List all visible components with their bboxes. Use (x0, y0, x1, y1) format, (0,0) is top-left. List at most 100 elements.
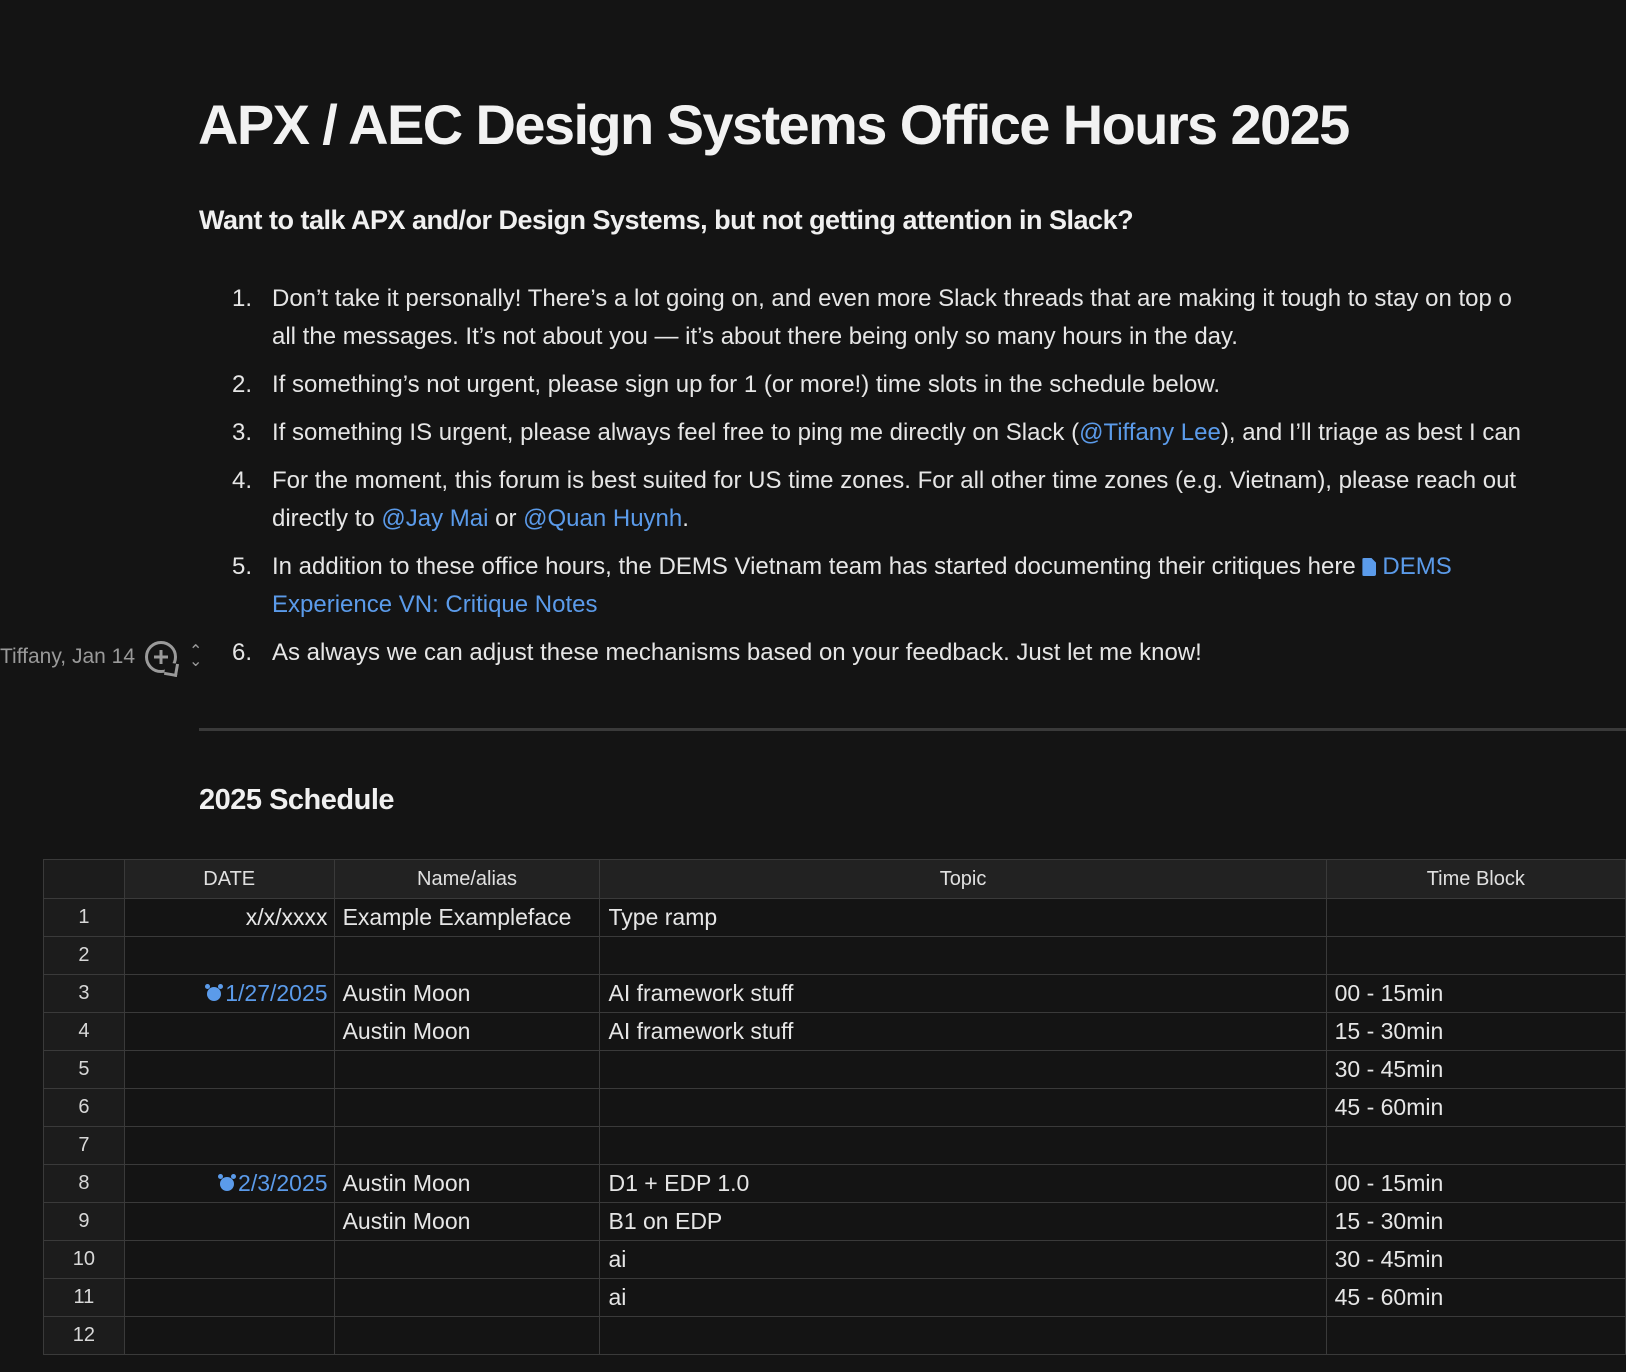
topic-cell[interactable]: ai (599, 1240, 1327, 1279)
row-number[interactable]: 9 (43, 1202, 125, 1241)
column-header-name[interactable]: Name/alias (333, 859, 601, 899)
list-item: 2. If something’s not urgent, please sig… (220, 366, 1626, 404)
column-header-topic[interactable]: Topic (599, 859, 1327, 899)
date-cell[interactable] (123, 1202, 335, 1241)
topic-cell[interactable] (599, 1050, 1327, 1089)
row-number[interactable]: 4 (43, 1012, 125, 1051)
date-cell[interactable] (123, 1088, 335, 1127)
topic-cell[interactable]: ai (599, 1278, 1327, 1317)
row-number[interactable]: 1 (43, 898, 125, 937)
row-number[interactable]: 10 (43, 1240, 125, 1279)
date-cell[interactable] (123, 1050, 335, 1089)
mention-jay-mai[interactable]: @Jay Mai (381, 505, 488, 532)
row-number[interactable]: 2 (43, 936, 125, 975)
list-text: If something’s not urgent, please sign u… (272, 371, 1221, 398)
reorder-icon[interactable]: ⌃ ⌄ (189, 644, 202, 670)
mention-quan-huynh[interactable]: @Quan Huynh (523, 505, 682, 532)
table-row: 12 (43, 1316, 1626, 1355)
guidelines-list: 1. Don’t take it personally! There’s a l… (220, 280, 1626, 682)
topic-cell[interactable] (599, 1126, 1327, 1165)
date-cell[interactable] (123, 1278, 335, 1317)
name-cell[interactable] (333, 1126, 601, 1165)
name-cell[interactable]: Austin Moon (333, 1164, 601, 1203)
date-cell[interactable]: x/x/xxxx (123, 898, 335, 937)
date-link[interactable]: 2/3/2025 (238, 1170, 328, 1196)
name-cell[interactable]: Austin Moon (333, 1202, 601, 1241)
table-row: 8 2/3/2025 Austin Moon D1 + EDP 1.0 00 - 15m… (43, 1164, 1626, 1203)
date-cell[interactable] (123, 1012, 335, 1051)
date-cell[interactable]: 2/3/2025 (123, 1164, 335, 1203)
list-item: 3. If something IS urgent, please always… (220, 414, 1626, 452)
column-header-date[interactable]: DATE (123, 859, 335, 899)
topic-cell[interactable]: B1 on EDP (599, 1202, 1327, 1241)
row-number[interactable]: 12 (43, 1316, 125, 1355)
topic-cell[interactable] (599, 1316, 1327, 1355)
date-cell[interactable] (123, 936, 335, 975)
topic-cell[interactable] (599, 1088, 1327, 1127)
list-text: or (488, 505, 524, 532)
list-number: 5. (231, 553, 252, 580)
list-item: 1. Don’t take it personally! There’s a l… (220, 280, 1626, 356)
section-divider (199, 728, 1626, 731)
date-cell[interactable] (123, 1126, 335, 1165)
time-block-cell[interactable] (1325, 936, 1626, 975)
row-number[interactable]: 3 (43, 974, 125, 1013)
list-number: 1. (231, 285, 252, 312)
table-header-row: DATE Name/alias Topic Time Block (43, 859, 1626, 899)
list-text: ), and I’ll triage as best I can (1220, 419, 1522, 446)
name-cell[interactable] (333, 1278, 601, 1317)
list-number: 6. (231, 639, 252, 666)
mention-tiffany-lee[interactable]: @Tiffany Lee (1079, 419, 1221, 446)
date-cell[interactable] (123, 1240, 335, 1279)
time-block-cell[interactable]: 00 - 15min (1325, 1164, 1626, 1203)
corner-cell[interactable] (43, 859, 125, 899)
comment-author[interactable]: Tiffany, Jan 14 (0, 645, 135, 669)
topic-cell[interactable] (599, 936, 1327, 975)
time-block-cell[interactable]: 30 - 45min (1325, 1050, 1626, 1089)
topic-cell[interactable]: AI framework stuff (599, 974, 1327, 1013)
time-block-cell[interactable]: 00 - 15min (1325, 974, 1626, 1013)
date-cell[interactable] (123, 1316, 335, 1355)
time-block-cell[interactable]: 30 - 45min (1325, 1240, 1626, 1279)
doc-link-critique-notes-continued[interactable]: Experience VN: Critique Notes (272, 586, 1626, 624)
list-item: 4. For the moment, this forum is best su… (220, 462, 1626, 538)
schedule-table: DATE Name/alias Topic Time Block 1 x/x/xx… (43, 859, 1626, 1355)
time-block-cell[interactable] (1325, 1126, 1626, 1165)
comment-gutter: Tiffany, Jan 14 ⌃ ⌄ (0, 641, 202, 678)
table-row: 1 x/x/xxxx Example Exampleface Type ramp (43, 898, 1626, 937)
time-block-cell[interactable]: 45 - 60min (1325, 1088, 1626, 1127)
list-text: . (682, 505, 689, 532)
topic-cell[interactable]: AI framework stuff (599, 1012, 1327, 1051)
time-block-cell[interactable] (1325, 898, 1626, 937)
name-cell[interactable] (333, 1316, 601, 1355)
name-cell[interactable]: Austin Moon (333, 974, 601, 1013)
row-number[interactable]: 5 (43, 1050, 125, 1089)
name-cell[interactable]: Austin Moon (333, 1012, 601, 1051)
page-title: APX / AEC Design Systems Office Hours 20… (198, 93, 1350, 156)
name-cell[interactable] (333, 1240, 601, 1279)
schedule-heading: 2025 Schedule (199, 784, 395, 816)
table-body: 1 x/x/xxxx Example Exampleface Type ramp 2 3 1… (43, 898, 1626, 1355)
topic-cell[interactable]: Type ramp (599, 898, 1327, 937)
name-cell[interactable] (333, 1050, 601, 1089)
name-cell[interactable] (333, 1088, 601, 1127)
time-block-cell[interactable]: 15 - 30min (1325, 1202, 1626, 1241)
table-row: 3 1/27/2025 Austin Moon AI framework stuff 0… (43, 974, 1626, 1013)
column-header-time-block[interactable]: Time Block (1325, 859, 1626, 899)
page-subtitle: Want to talk APX and/or Design Systems, … (199, 205, 1134, 235)
name-cell[interactable] (333, 936, 601, 975)
date-cell[interactable]: 1/27/2025 (123, 974, 335, 1013)
row-number[interactable]: 11 (43, 1278, 125, 1317)
table-row: 10 ai 30 - 45min (43, 1240, 1626, 1279)
name-cell[interactable]: Example Exampleface (333, 898, 601, 937)
doc-link-critique-notes[interactable]: DEMS (1362, 553, 1452, 580)
topic-cell[interactable]: D1 + EDP 1.0 (599, 1164, 1327, 1203)
row-number[interactable]: 8 (43, 1164, 125, 1203)
row-number[interactable]: 7 (43, 1126, 125, 1165)
time-block-cell[interactable]: 45 - 60min (1325, 1278, 1626, 1317)
row-number[interactable]: 6 (43, 1088, 125, 1127)
add-comment-icon[interactable] (145, 641, 180, 678)
time-block-cell[interactable]: 15 - 30min (1325, 1012, 1626, 1051)
date-link[interactable]: 1/27/2025 (225, 980, 327, 1006)
time-block-cell[interactable] (1325, 1316, 1626, 1355)
